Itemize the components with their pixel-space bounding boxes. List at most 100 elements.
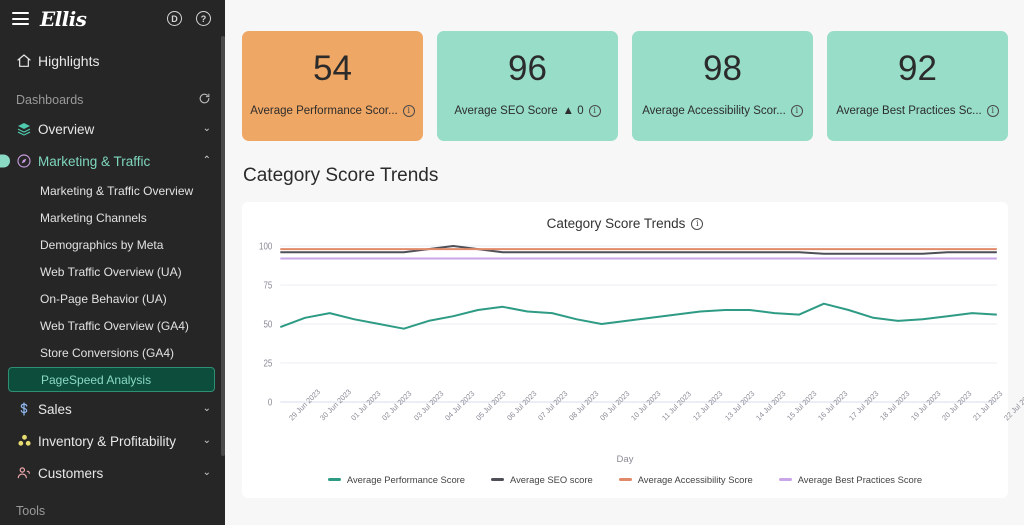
info-icon[interactable]: i (588, 104, 601, 117)
subitem-label: Web Traffic Overview (GA4) (40, 319, 189, 333)
svg-text:100: 100 (259, 241, 272, 252)
info-icon[interactable]: i (790, 104, 803, 117)
kpi-delta: ▲ 0 (562, 104, 584, 117)
chevron-down-icon[interactable]: ⌄ (203, 436, 211, 446)
active-indicator (0, 154, 10, 168)
sidebar-section-tools: Tools (0, 498, 225, 524)
legend-swatch (327, 478, 341, 481)
svg-text:25: 25 (263, 358, 272, 369)
kpi-caption: Average Accessibility Scor... i (642, 104, 803, 117)
kpi-caption: Average Best Practices Sc... i (836, 104, 999, 117)
kpi-card-seo[interactable]: 96 Average SEO Score ▲ 0 i (437, 31, 618, 141)
sidebar-item-label: Customers (38, 465, 104, 481)
kpi-card-best-practices[interactable]: 92 Average Best Practices Sc... i (827, 31, 1008, 141)
kpi-card-performance[interactable]: 54 Average Performance Scor... i (242, 31, 423, 141)
sidebar-item-label: Inventory & Profitability (38, 433, 177, 449)
chart-card: Category Score Trends i 0 25 50 75 100 29 Ju… (242, 202, 1024, 498)
legend-item[interactable]: Average Accessibility Score (618, 474, 753, 485)
sidebar-subitem-pagespeed-analysis[interactable]: PageSpeed Analysis (8, 367, 215, 392)
sidebar-item-label: Marketing & Traffic (38, 153, 151, 169)
sidebar-item-label: Sales (38, 401, 72, 417)
sidebar-item-customers[interactable]: Customers ⌄ (0, 457, 225, 489)
legend-swatch (618, 478, 632, 481)
users-icon (16, 465, 38, 481)
legend-label: Average SEO score (510, 474, 593, 485)
sidebar-subitem-marketing-channels[interactable]: Marketing Channels (0, 205, 215, 231)
chevron-down-icon[interactable]: ⌄ (203, 468, 211, 478)
app-root: Ellis D ? Highlights Dashboards Overview… (0, 0, 1024, 525)
sidebar-item-marketing-traffic[interactable]: Marketing & Traffic ⌃ (0, 145, 225, 177)
svg-text:75: 75 (263, 280, 272, 291)
sidebar-item-highlights[interactable]: Highlights (0, 44, 225, 78)
kpi-caption: Average SEO Score ▲ 0 i (454, 104, 601, 117)
refresh-icon[interactable] (198, 92, 211, 108)
chevron-up-icon[interactable]: ⌃ (203, 156, 211, 166)
sidebar-item-label: Highlights (38, 53, 100, 69)
kpi-value: 54 (313, 49, 352, 88)
subitem-label: Marketing Channels (40, 211, 147, 225)
sidebar-subitem-marketing-traffic-overview[interactable]: Marketing & Traffic Overview (0, 178, 215, 204)
help-icon[interactable]: ? (196, 11, 211, 26)
x-axis-title: Day (616, 454, 634, 465)
compass-icon (16, 153, 38, 169)
legend-item[interactable]: Average Best Practices Score (778, 474, 923, 485)
sidebar-subitem-web-traffic-overview-ua[interactable]: Web Traffic Overview (UA) (0, 259, 215, 285)
header-icon-group: D ? (167, 11, 211, 26)
subitem-label: Marketing & Traffic Overview (40, 184, 194, 198)
kpi-caption: Average Performance Scor... i (250, 104, 415, 117)
kpi-caption-text: Average SEO Score (454, 104, 558, 117)
chart-title-text: Category Score Trends (546, 216, 686, 231)
section-label-text: Tools (16, 504, 46, 518)
legend-item[interactable]: Average SEO score (491, 474, 593, 485)
sidebar-header: Ellis D ? (0, 0, 225, 37)
kpi-caption-text: Average Best Practices Sc... (836, 104, 982, 117)
legend-label: Average Accessibility Score (637, 474, 753, 485)
sidebar-item-label: Overview (38, 121, 95, 137)
boxes-icon (16, 433, 38, 449)
sidebar-item-overview[interactable]: Overview ⌄ (0, 113, 225, 145)
dollar-icon (16, 401, 38, 417)
chart-title: Category Score Trends i (242, 202, 1008, 231)
info-icon[interactable]: i (986, 104, 999, 117)
svg-text:0: 0 (268, 397, 272, 408)
subitem-label: Store Conversions (GA4) (40, 346, 175, 360)
svg-text:50: 50 (263, 319, 272, 330)
brand-logo[interactable]: Ellis (40, 7, 87, 31)
kpi-caption-text: Average Accessibility Scor... (642, 104, 786, 117)
sidebar: Ellis D ? Highlights Dashboards Overview… (0, 0, 225, 525)
menu-toggle-icon[interactable] (12, 12, 29, 25)
chart-legend: Average Performance Score Average SEO sco… (242, 474, 1008, 485)
section-label-text: Dashboards (16, 93, 84, 107)
home-icon (16, 53, 38, 69)
subitem-label: Web Traffic Overview (UA) (40, 265, 182, 279)
legend-label: Average Performance Score (346, 474, 466, 485)
legend-swatch (491, 478, 505, 481)
legend-label: Average Best Practices Score (797, 474, 923, 485)
kpi-value: 96 (508, 49, 547, 88)
info-icon[interactable]: i (402, 104, 415, 117)
info-icon[interactable]: i (691, 217, 704, 230)
kpi-value: 92 (898, 49, 937, 88)
legend-item[interactable]: Average Performance Score (327, 474, 466, 485)
kpi-card-row: 54 Average Performance Scor... i 96 Aver… (225, 0, 1024, 141)
chevron-down-icon[interactable]: ⌄ (203, 404, 211, 414)
page-title: Category Score Trends (243, 165, 439, 186)
chevron-down-icon[interactable]: ⌄ (203, 124, 211, 134)
sidebar-subitem-store-conversions-ga4[interactable]: Store Conversions (GA4) (0, 340, 215, 366)
kpi-value: 98 (703, 49, 742, 88)
kpi-card-accessibility[interactable]: 98 Average Accessibility Scor... i (632, 31, 813, 141)
account-badge-icon[interactable]: D (167, 11, 182, 26)
subitem-label: PageSpeed Analysis (41, 372, 152, 387)
layers-icon (16, 121, 38, 137)
legend-swatch (778, 478, 792, 481)
main-content: 54 Average Performance Scor... i 96 Aver… (225, 0, 1024, 525)
sidebar-item-sales[interactable]: Sales ⌄ (0, 393, 225, 425)
subitem-label: On-Page Behavior (UA) (40, 292, 167, 306)
sidebar-item-inventory-profitability[interactable]: Inventory & Profitability ⌄ (0, 425, 225, 457)
sidebar-subitem-web-traffic-overview-ga4[interactable]: Web Traffic Overview (GA4) (0, 313, 215, 339)
subitem-label: Demographics by Meta (40, 238, 164, 252)
sidebar-subitem-demographics-by-meta[interactable]: Demographics by Meta (0, 232, 215, 258)
kpi-caption-text: Average Performance Scor... (250, 104, 398, 117)
sidebar-section-dashboards: Dashboards (0, 87, 225, 113)
sidebar-subitem-on-page-behavior-ua[interactable]: On-Page Behavior (UA) (0, 286, 215, 312)
